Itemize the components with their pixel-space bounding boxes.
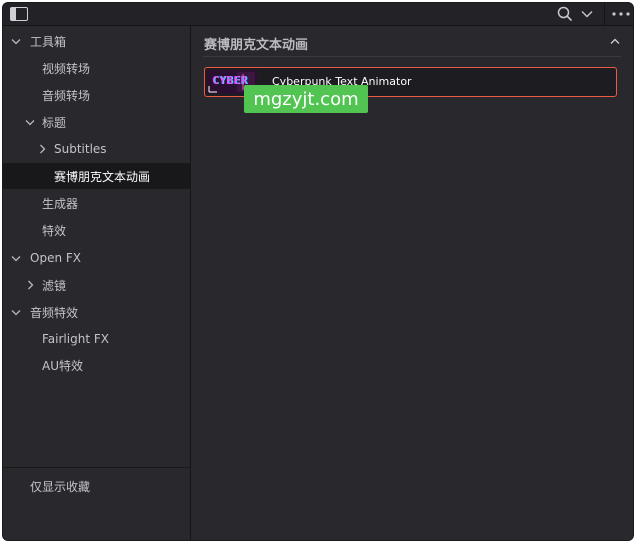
more-options-icon[interactable]: [609, 3, 633, 25]
thumbnail-logo-text: CYBER: [212, 74, 248, 87]
sidebar-item[interactable]: 生成器: [3, 190, 190, 216]
chevron-up-icon[interactable]: [607, 34, 623, 48]
sidebar-item-label: Fairlight FX: [42, 332, 109, 346]
sidebar-item[interactable]: Fairlight FX: [3, 326, 190, 352]
sidebar-item-label: 标题: [42, 115, 67, 130]
sidebar-item-label: 赛博朋克文本动画: [54, 169, 151, 184]
sidebar-item[interactable]: AU特效: [3, 352, 190, 378]
sidebar-item[interactable]: Open FX: [3, 245, 190, 271]
effects-library-window: 工具箱视频转场音频转场标题 Subtitles 赛博朋克文本动画生成器特效 Open …: [2, 2, 634, 541]
sidebar-item[interactable]: 视频转场: [3, 55, 190, 81]
sidebar-item-label: 音频转场: [42, 88, 91, 103]
sidebar-item-label: 工具箱: [30, 34, 67, 49]
toolbar-separator: [604, 3, 605, 25]
chevron-down-icon[interactable]: [23, 115, 37, 129]
sidebar-item-label: 音频特效: [30, 305, 79, 320]
sidebar-footer: 仅显示收藏: [3, 467, 190, 540]
sidebar-item-label: 生成器: [42, 196, 79, 211]
section-header[interactable]: 赛博朋克文本动画: [191, 26, 633, 56]
sidebar-item[interactable]: 滤镜: [3, 272, 190, 298]
effects-panel: 赛博朋克文本动画 CYBER Cyberpunk Text Animator m…: [191, 26, 633, 540]
sidebar: 工具箱视频转场音频转场标题 Subtitles 赛博朋克文本动画生成器特效 Open …: [3, 26, 191, 540]
sidebar-item[interactable]: 标题: [3, 109, 190, 135]
sidebar-item[interactable]: 赛博朋克文本动画: [3, 163, 190, 189]
sidebar-item-label: AU特效: [42, 358, 83, 373]
search-icon[interactable]: [554, 3, 576, 25]
section-title: 赛博朋克文本动画: [204, 38, 309, 53]
sidebar-item-label: Open FX: [30, 251, 81, 265]
sidebar-item-label: 视频转场: [42, 61, 91, 76]
chevron-down-icon[interactable]: [9, 34, 23, 48]
favorites-only-toggle[interactable]: 仅显示收藏: [30, 478, 90, 495]
toolbar: [3, 3, 633, 26]
sidebar-item-label: 滤镜: [42, 278, 67, 293]
sidebar-item-label: 特效: [42, 223, 67, 238]
chevron-down-icon[interactable]: [9, 251, 23, 265]
sidebar-item[interactable]: 特效: [3, 217, 190, 243]
chevron-down-icon[interactable]: [576, 3, 598, 25]
chevron-right-icon[interactable]: [35, 142, 49, 156]
sidebar-toggle-icon[interactable]: [7, 5, 31, 23]
sidebar-item[interactable]: 工具箱: [3, 28, 190, 54]
toolbar-right: [554, 3, 633, 25]
chevron-right-icon[interactable]: [23, 278, 37, 292]
sidebar-item[interactable]: 音频特效: [3, 299, 190, 325]
chevron-down-icon[interactable]: [9, 305, 23, 319]
section-divider: [203, 56, 621, 57]
sidebar-item[interactable]: Subtitles: [3, 136, 190, 162]
sidebar-item[interactable]: 音频转场: [3, 82, 190, 108]
sidebar-item-label: Subtitles: [54, 142, 107, 156]
watermark-overlay: mgzyjt.com: [244, 85, 368, 113]
